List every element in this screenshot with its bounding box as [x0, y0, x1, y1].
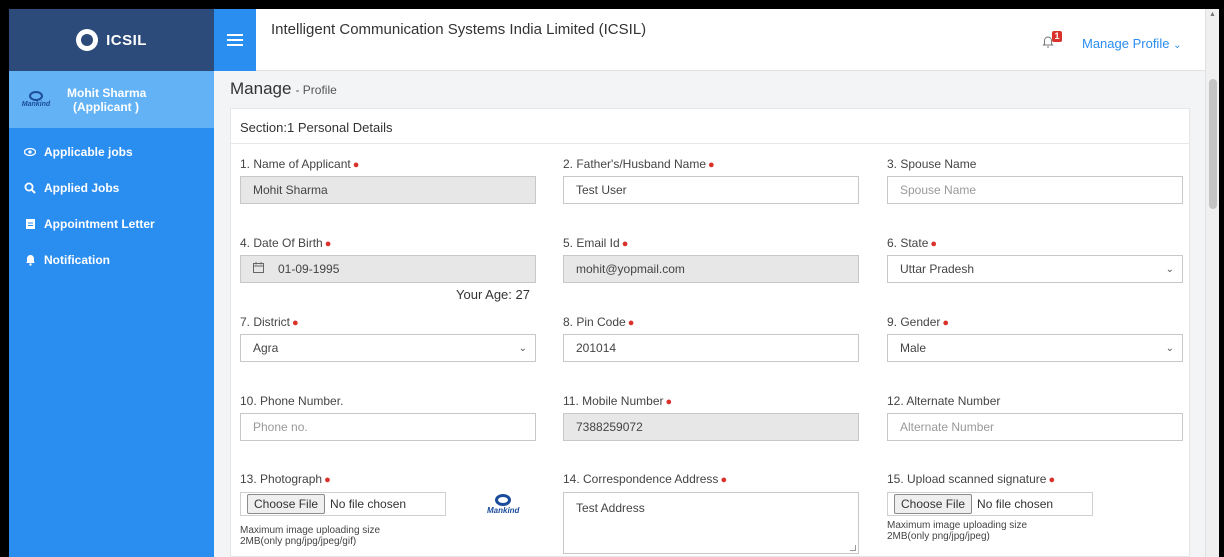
search-icon	[24, 182, 36, 194]
sidebar-item-label: Notification	[44, 253, 110, 267]
user-name: Mohit Sharma	[67, 85, 147, 100]
gender-label: 9. Gender ●	[887, 315, 950, 329]
sidebar-item-label: Applicable jobs	[44, 145, 133, 159]
address-textarea[interactable]: Test Address	[563, 492, 859, 554]
scrollbar[interactable]: ▲	[1205, 9, 1219, 557]
state-label: 6. State ●	[887, 236, 938, 250]
photo-hint: Maximum image uploading size 2MB(only png…	[240, 525, 381, 547]
user-logo: Mankind	[17, 83, 55, 117]
sidebar-item-notification[interactable]: Notification	[9, 242, 214, 278]
brand-logo	[76, 29, 99, 51]
phone-label: 10. Phone Number.	[240, 394, 344, 408]
gender-select[interactable]: Male ⌄	[887, 334, 1183, 362]
sidebar-item-label: Applied Jobs	[44, 181, 120, 195]
chevron-down-icon: ⌄	[1165, 263, 1174, 275]
scroll-up-icon[interactable]: ▲	[1209, 11, 1216, 18]
chevron-down-icon: ⌄	[518, 342, 527, 354]
father-name-input[interactable]: Test User	[563, 176, 859, 204]
bell-icon	[24, 254, 36, 266]
brand-bar: ICSIL	[9, 9, 214, 71]
photo-label: 13. Photograph ●	[240, 472, 331, 486]
brand-name: ICSIL	[106, 31, 147, 49]
alternate-label: 12. Alternate Number	[887, 394, 1001, 408]
sidebar-item-applicable-jobs[interactable]: Applicable jobs	[9, 134, 214, 170]
address-label: 14. Correspondence Address ●	[563, 472, 728, 486]
scroll-thumb[interactable]	[1209, 79, 1217, 209]
section-title: Section:1 Personal Details	[231, 109, 1189, 144]
age-note: Your Age: 27	[456, 287, 530, 302]
email-label: 5. Email Id ●	[563, 236, 629, 250]
signature-file-input[interactable]: Choose File No file chosen	[887, 492, 1093, 516]
chevron-down-icon: ⌄	[1173, 40, 1182, 51]
sidebar-item-applied-jobs[interactable]: Applied Jobs	[9, 170, 214, 206]
hamburger-menu-icon[interactable]	[214, 9, 256, 71]
mobile-input[interactable]: 7388259072	[563, 413, 859, 441]
father-name-label: 2. Father's/Husband Name ●	[563, 157, 715, 171]
district-label: 7. District ●	[240, 315, 299, 329]
signature-choose-file-button[interactable]: Choose File	[894, 494, 973, 514]
page-title: Manage - Profile	[230, 79, 337, 98]
name-input[interactable]: Mohit Sharma	[240, 176, 536, 204]
photo-file-status: No file chosen	[330, 497, 407, 511]
signature-file-status: No file chosen	[977, 497, 1054, 511]
eye-icon	[24, 146, 36, 158]
sidebar-item-label: Appointment Letter	[44, 217, 155, 231]
mobile-label: 11. Mobile Number ●	[563, 394, 673, 408]
user-box: Mankind Mohit Sharma (Applicant )	[9, 71, 214, 128]
photo-choose-file-button[interactable]: Choose File	[247, 494, 326, 514]
dob-label: 4. Date Of Birth ●	[240, 236, 332, 250]
manage-profile-menu[interactable]: Manage Profile ⌄	[1082, 36, 1181, 51]
notification-badge: 1	[1052, 31, 1062, 42]
sidebar: ICSIL Mankind Mohit Sharma (Applicant ) …	[9, 9, 214, 557]
app-window: ICSIL Mankind Mohit Sharma (Applicant ) …	[9, 9, 1219, 557]
phone-input[interactable]: Phone no.	[240, 413, 536, 441]
page-subtitle: - Profile	[295, 83, 337, 97]
pincode-label: 8. Pin Code ●	[563, 315, 635, 329]
user-role: (Applicant )	[73, 99, 139, 114]
photo-preview: Mankind	[487, 494, 519, 515]
email-input[interactable]: mohit@yopmail.com	[563, 255, 859, 283]
sidebar-nav: Applicable jobs Applied Jobs Appointment…	[9, 128, 214, 278]
spouse-name-input[interactable]: Spouse Name	[887, 176, 1183, 204]
company-title: Intelligent Communication Systems India …	[271, 21, 647, 38]
resize-handle[interactable]	[850, 545, 856, 551]
district-select[interactable]: Agra ⌄	[240, 334, 536, 362]
name-label: 1. Name of Applicant ●	[240, 157, 360, 171]
signature-hint: Maximum image uploading size 2MB(only png…	[887, 520, 1028, 542]
pincode-input[interactable]: 201014	[563, 334, 859, 362]
document-icon	[24, 218, 36, 230]
spouse-name-label: 3. Spouse Name	[887, 157, 977, 171]
profile-card: Section:1 Personal Details 1. Name of Ap…	[230, 108, 1190, 557]
state-select[interactable]: Uttar Pradesh ⌄	[887, 255, 1183, 283]
photo-file-input[interactable]: Choose File No file chosen	[240, 492, 446, 516]
dob-input[interactable]: 01-09-1995	[240, 255, 536, 283]
top-header: Intelligent Communication Systems India …	[214, 9, 1219, 71]
signature-label: 15. Upload scanned signature ●	[887, 472, 1056, 486]
chevron-down-icon: ⌄	[1165, 342, 1174, 354]
sidebar-item-appointment-letter[interactable]: Appointment Letter	[9, 206, 214, 242]
alternate-input[interactable]: Alternate Number	[887, 413, 1183, 441]
calendar-icon	[253, 262, 264, 276]
